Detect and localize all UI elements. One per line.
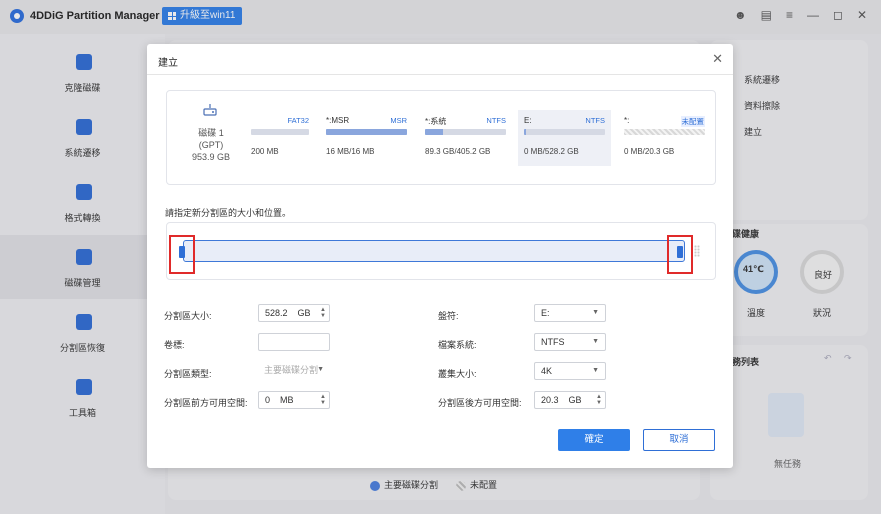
file-system-label: 檔案系統: (438, 340, 477, 350)
partition-card-selected[interactable]: E: NTFS 0 MB/528.2 GB (518, 110, 611, 166)
chevron-down-icon: ▼ (592, 367, 599, 374)
cluster-size-select[interactable]: 4K ▼ (534, 362, 606, 380)
drive-letter-label: 盤符: (438, 311, 459, 321)
stepper-arrows-icon[interactable]: ▲ ▼ (320, 394, 326, 406)
partition-card[interactable]: *:MSR MSR 16 MB/16 MB (320, 110, 413, 166)
partition-usage-bar (251, 129, 309, 135)
space-before-stepper[interactable]: 0 MB ▲ ▼ (258, 391, 330, 409)
partition-range-bar[interactable] (183, 240, 685, 262)
cancel-button[interactable]: 取消 (643, 429, 715, 451)
partition-type-select: 主要磁碟分割 ▼ (258, 362, 330, 380)
dialog-divider (147, 74, 733, 75)
create-partition-dialog: 建立 ✕ 磁碟 1 (GPT) 953.9 GB FAT32 200 MB *:… (147, 44, 733, 468)
space-after-stepper[interactable]: 20.3 GB ▲ ▼ (534, 391, 606, 409)
disk-drive-icon (203, 104, 217, 116)
volume-label-input[interactable] (258, 333, 330, 351)
ok-button[interactable]: 確定 (558, 429, 630, 451)
space-after-label: 分割區後方可用空間: (438, 398, 522, 408)
chevron-down-icon: ▼ (592, 338, 599, 345)
partition-card[interactable]: FAT32 200 MB (245, 110, 315, 166)
chevron-down-icon: ▼ (317, 366, 324, 373)
disk-overview: 磁碟 1 (GPT) 953.9 GB FAT32 200 MB *:MSR M… (166, 90, 716, 185)
volume-label: 卷標: (164, 340, 185, 350)
partition-usage-bar (425, 129, 506, 135)
cluster-size-label: 叢集大小: (438, 369, 477, 379)
partition-card[interactable]: *:系統 NTFS 89.3 GB/405.2 GB (419, 110, 512, 166)
partition-resize-slider (166, 222, 716, 280)
unallocated-space-indicator (694, 245, 700, 257)
drive-letter-select[interactable]: E: ▼ (534, 304, 606, 322)
disk-name: 磁碟 1 (198, 128, 224, 138)
partition-usage-bar (326, 129, 407, 135)
size-position-prompt: 請指定新分割區的大小和位置。 (165, 208, 292, 218)
disk-info: 磁碟 1 (GPT) 953.9 GB (181, 127, 241, 163)
file-system-select[interactable]: NTFS ▼ (534, 333, 606, 351)
size-stepper[interactable]: 528.2 GB ▲ ▼ (258, 304, 330, 322)
partition-card-unallocated[interactable]: *: 未配置 0 MB/20.3 GB (618, 110, 711, 166)
space-before-label: 分割區前方可用空間: (164, 398, 248, 408)
stepper-arrows-icon[interactable]: ▲ ▼ (320, 307, 326, 319)
dialog-title: 建立 (158, 58, 178, 69)
highlight-left-handle (169, 235, 195, 274)
partition-usage-bar (524, 129, 605, 135)
dialog-close-icon[interactable]: ✕ (712, 51, 723, 67)
disk-type: (GPT) (198, 140, 224, 150)
partition-usage-bar (624, 129, 705, 135)
disk-size: 953.9 GB (191, 152, 231, 162)
chevron-down-icon: ▼ (592, 309, 599, 316)
partition-type-label: 分割區類型: (164, 369, 212, 379)
stepper-arrows-icon[interactable]: ▲ ▼ (596, 394, 602, 406)
highlight-right-handle (667, 235, 693, 274)
size-label: 分割區大小: (164, 311, 212, 321)
